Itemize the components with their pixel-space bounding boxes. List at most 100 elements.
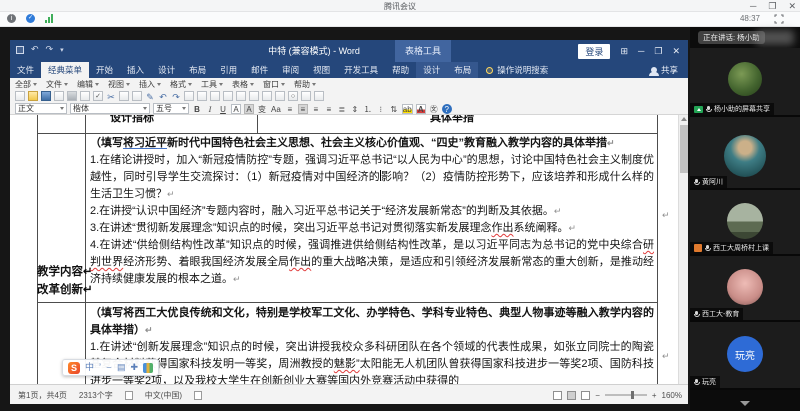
menu-表格[interactable]: 表格 [232, 79, 254, 90]
ribbon-tab-文件[interactable]: 文件 [10, 62, 41, 78]
meeting-info-icon[interactable]: i [7, 14, 16, 23]
customize-qat-icon[interactable]: ▾ [60, 46, 64, 54]
zoom-out-icon[interactable]: − [595, 391, 600, 400]
punctuation-icon[interactable]: ’ [99, 360, 101, 375]
scrollbar-thumb[interactable] [680, 125, 688, 173]
char-border-icon[interactable]: A [231, 104, 241, 114]
align-center-icon[interactable]: ≡ [298, 104, 308, 114]
read-mode-icon[interactable] [553, 391, 562, 400]
menu-帮助[interactable]: 帮助 [294, 79, 316, 90]
word-count[interactable]: 2313个字 [79, 390, 113, 401]
toolbox-icon[interactable]: ✚ [130, 360, 138, 375]
close-icon[interactable]: ✕ [788, 1, 796, 11]
ribbon-tab-引用[interactable]: 引用 [213, 62, 244, 78]
print-icon[interactable] [67, 91, 77, 101]
ribbon-tab-开始[interactable]: 开始 [89, 62, 120, 78]
distribute-icon[interactable]: ≣ [337, 104, 347, 114]
underline-icon[interactable]: U [218, 104, 228, 114]
menu-窗口[interactable]: 窗口 [263, 79, 285, 90]
redo-icon[interactable]: ↷ [46, 44, 54, 55]
find-icon[interactable]: ○ [288, 91, 298, 101]
ribbon-tab-经典菜单[interactable]: 经典菜单 [41, 62, 89, 78]
new-document-icon[interactable] [15, 91, 25, 101]
menu-文件[interactable]: 文件 [46, 79, 68, 90]
bold-icon[interactable]: B [192, 104, 202, 114]
more-participants-chevron-down-icon[interactable] [740, 401, 750, 406]
zoom-tool-icon[interactable] [275, 91, 285, 101]
zoom-slider-thumb[interactable] [631, 391, 634, 399]
word-restore-icon[interactable]: ❐ [654, 46, 662, 57]
sort-icon[interactable]: ⇅ [389, 104, 399, 114]
sogou-logo-icon[interactable]: S [68, 362, 80, 374]
line-spacing-icon[interactable]: ⇕ [350, 104, 360, 114]
macro-recording-icon[interactable] [194, 391, 202, 400]
virtual-keyboard-icon[interactable]: ▤ [117, 360, 126, 375]
italic-icon[interactable]: I [205, 104, 215, 114]
insert-columns-icon[interactable] [223, 91, 233, 101]
menu-格式[interactable]: 格式 [170, 79, 192, 90]
word-close-icon[interactable]: ✕ [672, 46, 680, 57]
save-icon[interactable] [41, 91, 51, 101]
print-layout-icon[interactable] [567, 391, 576, 400]
paste-icon[interactable] [132, 91, 142, 101]
share-button[interactable]: 共享 [641, 62, 688, 78]
table-cell-1[interactable]: （填写将习近平新时代中国特色社会主义思想、社会主义核心价值观、“四史”教育融入教… [90, 135, 654, 288]
word-minimize-icon[interactable]: ─ [638, 46, 644, 56]
maximize-icon[interactable]: ❐ [768, 1, 776, 11]
bullets-icon[interactable]: ⁝ [376, 104, 386, 114]
open-folder-icon[interactable] [28, 91, 38, 101]
drawing-icon[interactable] [236, 91, 246, 101]
highlight-color-icon[interactable]: ab [402, 104, 413, 114]
ribbon-tab-布局[interactable]: 布局 [182, 62, 213, 78]
ribbon-tab-视图[interactable]: 视图 [306, 62, 337, 78]
ribbon-tab-审阅[interactable]: 审阅 [275, 62, 306, 78]
web-layout-icon[interactable] [581, 391, 590, 400]
participant-tile[interactable]: 玩亮玩亮 [690, 322, 800, 390]
align-left-icon[interactable]: ≡ [285, 104, 295, 114]
ribbon-tab-插入[interactable]: 插入 [120, 62, 151, 78]
ribbon-display-options-icon[interactable]: ⊞ [620, 46, 628, 57]
ribbon-tab-邮件[interactable]: 邮件 [244, 62, 275, 78]
menu-工具[interactable]: 工具 [201, 79, 223, 90]
save-icon[interactable] [16, 46, 24, 54]
zoom-percentage[interactable]: 160% [662, 391, 682, 400]
insert-table-icon[interactable] [210, 91, 220, 101]
participant-tile[interactable]: 西工大周桥村上课 [690, 190, 800, 256]
window-split-icon[interactable] [314, 91, 324, 101]
align-right-icon[interactable]: ≡ [311, 104, 321, 114]
participant-tile[interactable]: 西工大-教育 [690, 256, 800, 322]
style-combobox[interactable]: 正文 [15, 103, 67, 114]
ribbon-tab-设计[interactable]: 设计 [416, 62, 447, 78]
tell-me-search[interactable]: 操作说明搜索 [478, 62, 556, 78]
format-painter-icon[interactable]: ✎ [145, 91, 155, 101]
table-cell-2[interactable]: （填写将西工大优良传统和文化，特别是学校军工文化、办学特色、学科专业特色、典型人… [90, 305, 654, 384]
borders-icon[interactable] [197, 91, 207, 101]
ribbon-tab-开发工具[interactable]: 开发工具 [337, 62, 385, 78]
menu-编辑[interactable]: 编辑 [77, 79, 99, 90]
copy-icon[interactable] [119, 91, 129, 101]
phonetic-icon[interactable]: 变 [257, 104, 267, 114]
justify-icon[interactable]: ≡ [324, 104, 334, 114]
show-marks-icon[interactable] [262, 91, 272, 101]
scroll-up-icon[interactable] [681, 117, 687, 121]
ribbon-tab-布局[interactable]: 布局 [447, 62, 478, 78]
cut-icon[interactable]: ✂ [106, 91, 116, 101]
char-shading-icon[interactable]: A [244, 104, 254, 114]
menu-全部[interactable]: 全部 [15, 79, 37, 90]
language-indicator[interactable]: 中文(中国) [145, 390, 182, 401]
redo-icon[interactable]: ↷ [171, 91, 181, 101]
chinese-mode-icon[interactable]: 中 [85, 360, 94, 375]
size-combobox[interactable]: 五号 [153, 103, 189, 114]
ribbon-tab-帮助[interactable]: 帮助 [385, 62, 416, 78]
undo-icon[interactable]: ↶ [31, 44, 39, 55]
login-button[interactable]: 登录 [578, 44, 610, 59]
spelling-icon[interactable]: ✓ [93, 91, 103, 101]
undo-icon[interactable]: ↶ [158, 91, 168, 101]
fullscreen-icon[interactable] [774, 14, 784, 24]
print-preview-icon[interactable] [80, 91, 90, 101]
emoji-icon[interactable]: ⌣ [106, 360, 112, 375]
ribbon-tab-设计[interactable]: 设计 [151, 62, 182, 78]
hyperlink-icon[interactable] [184, 91, 194, 101]
participant-tile[interactable]: 杨小助的屏幕共享 [690, 48, 800, 117]
minimize-icon[interactable]: ─ [750, 1, 756, 11]
